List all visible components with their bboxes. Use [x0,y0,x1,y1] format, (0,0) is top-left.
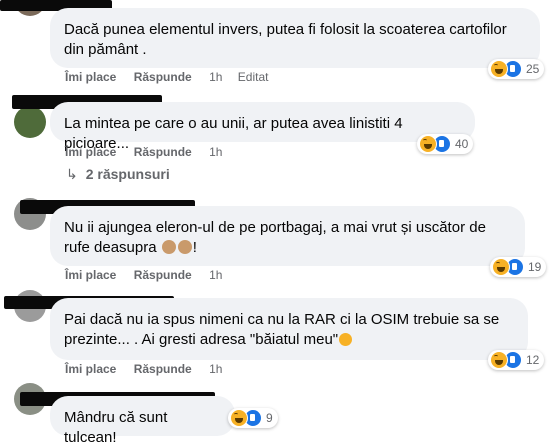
reply-arrow-icon: ↳ [66,166,78,182]
like-button[interactable]: Îmi place [65,145,116,159]
replies-count: 2 răspunsuri [85,166,170,182]
reaction-summary[interactable]: 19 [490,257,547,277]
like-button[interactable]: Îmi place [65,362,116,376]
edited-label: Editat [237,70,269,84]
view-replies-link[interactable]: ↳ 2 răspunsuri [66,166,170,183]
timestamp[interactable]: 1h [209,70,222,84]
comment-actions: Îmi place Răspunde 1h [65,145,236,159]
haha-icon [490,351,508,369]
comment-3: Nu ii ajungea eleron-ul de pe portbagaj,… [0,190,549,290]
comment-bubble: Dacă punea elementul invers, putea fi fo… [50,8,540,68]
reaction-summary[interactable]: 9 [228,408,278,428]
comment-bubble: Nu ii ajungea eleron-ul de pe portbagaj,… [50,206,525,266]
comment-bubble: La mintea pe care o au unii, ar putea av… [50,102,475,152]
avatar[interactable] [14,106,46,138]
comment-bubble: Pai dacă nu ia spus nimeni ca nu la RAR … [50,298,528,360]
comment-5: Mândru că sunt tulcean! 9 [0,380,549,446]
timestamp[interactable]: 1h [209,145,222,159]
reply-button[interactable]: Răspunde [134,145,192,159]
reaction-count: 40 [455,137,469,151]
comment-2: La mintea pe care o au unii, ar putea av… [0,90,549,190]
haha-icon [490,60,508,78]
comment-4: Pai dacă nu ia spus nimeni ca nu la RAR … [0,290,549,380]
timestamp[interactable]: 1h [209,268,222,282]
reaction-summary[interactable]: 40 [417,134,474,154]
comment-text: Pai dacă nu ia spus nimeni ca nu la RAR … [64,311,500,348]
reaction-summary[interactable]: 25 [488,59,545,79]
reply-button[interactable]: Răspunde [134,268,192,282]
reaction-count: 12 [526,353,540,367]
see-no-evil-monkey-icon [161,240,176,254]
comment-1: Dacă punea elementul invers, putea fi fo… [0,0,549,90]
comment-actions: Îmi place Răspunde 1h [65,268,236,282]
comment-bubble: Mândru că sunt tulcean! [50,396,235,446]
reply-button[interactable]: Răspunde [134,70,192,84]
timestamp[interactable]: 1h [209,362,222,376]
reply-button[interactable]: Răspunde [134,362,192,376]
haha-icon [230,409,248,427]
like-button[interactable]: Îmi place [65,268,116,282]
comment-actions: Îmi place Răspunde 1h Editat [65,70,282,84]
reaction-count: 19 [528,260,542,274]
comment-text: Mândru că sunt tulcean! [64,409,168,446]
comment-text: Nu ii ajungea eleron-ul de pe portbagaj,… [64,219,486,256]
like-button[interactable]: Îmi place [65,70,116,84]
reaction-count: 9 [266,411,273,425]
comment-actions: Îmi place Răspunde 1h [65,362,236,376]
haha-icon [419,135,437,153]
reaction-count: 25 [526,62,540,76]
comment-text: Dacă punea elementul invers, putea fi fo… [64,21,507,58]
see-no-evil-monkey-icon [177,240,192,254]
rofl-icon [339,333,353,346]
haha-icon [492,258,510,276]
reaction-summary[interactable]: 12 [488,350,545,370]
